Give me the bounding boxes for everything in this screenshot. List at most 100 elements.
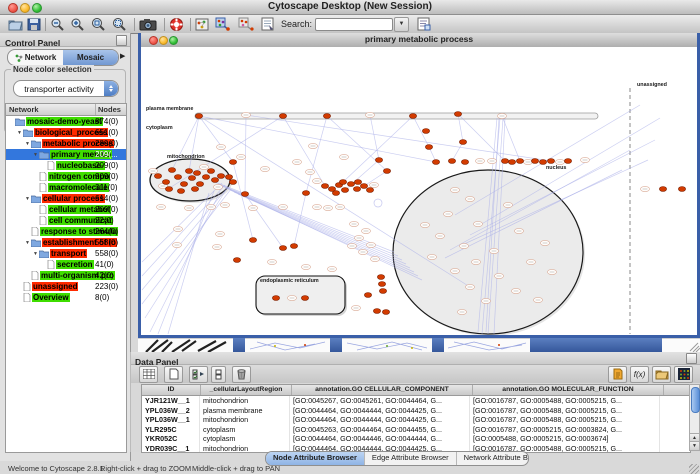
network-node[interactable]	[341, 188, 348, 193]
network-node[interactable]	[339, 180, 346, 185]
vizmapper-icon[interactable]	[261, 16, 275, 32]
background-frame-titlebar[interactable]	[530, 338, 662, 352]
delete-attribute-icon[interactable]	[232, 366, 251, 383]
network-node[interactable]	[425, 145, 432, 150]
tree-row[interactable]: ▼primary metabo209(...	[6, 149, 126, 160]
network-node[interactable]	[353, 187, 360, 192]
tree-row[interactable]: Overview8(0)	[6, 292, 126, 303]
network-node[interactable]	[332, 191, 339, 196]
tree-row[interactable]: cellular metabol209(0)	[6, 204, 126, 215]
table-row[interactable]: YJR121W__1mitochondrion[GO:0045267, GO:0…	[142, 396, 690, 406]
network-node[interactable]	[422, 129, 429, 134]
snapshot-icon[interactable]	[139, 16, 157, 32]
network-node[interactable]	[225, 175, 232, 180]
import-attributes-icon[interactable]	[608, 366, 627, 383]
network-node[interactable]	[207, 169, 214, 174]
network-node[interactable]	[323, 114, 330, 119]
network-node[interactable]	[382, 310, 389, 315]
tree-row[interactable]: macromolecule311(0)	[6, 182, 126, 193]
table-vertical-scrollbar[interactable]: ▲ ▼	[689, 384, 700, 451]
network-node[interactable]	[501, 159, 508, 164]
background-frame[interactable]	[444, 338, 530, 352]
create-view-icon[interactable]	[215, 16, 232, 32]
network-node[interactable]	[302, 191, 309, 196]
tree-row[interactable]: ▼biological_process651(0)	[6, 127, 126, 138]
zoom-out-icon[interactable]	[50, 16, 65, 32]
network-node[interactable]	[409, 114, 416, 119]
table-row[interactable]: YPL036W__2plasma membrane[GO:0044464, GO…	[142, 406, 690, 416]
network-node[interactable]	[177, 189, 184, 194]
network-node[interactable]	[659, 187, 666, 192]
network-node[interactable]	[448, 159, 455, 164]
tree-row[interactable]: ▼transport558(0)	[6, 248, 126, 259]
node-color-dropdown[interactable]: transporter activity	[13, 80, 119, 97]
network-node[interactable]	[174, 175, 181, 180]
open-attributes-icon[interactable]	[652, 366, 671, 383]
save-icon[interactable]	[27, 16, 41, 32]
tree-row[interactable]: multi-organism pro42(0)	[6, 270, 126, 281]
network-node[interactable]	[290, 244, 297, 249]
network-node[interactable]	[379, 289, 386, 294]
unselect-attributes-icon[interactable]	[211, 366, 226, 383]
network-node[interactable]	[217, 174, 224, 179]
tree-expand-icon[interactable]: ▼	[32, 152, 39, 158]
matrix-icon[interactable]	[674, 366, 693, 383]
network-node[interactable]	[564, 159, 571, 164]
help-icon[interactable]	[169, 16, 184, 32]
scroll-down-icon[interactable]: ▼	[690, 441, 699, 450]
network-node[interactable]	[377, 275, 384, 280]
tree-expand-icon[interactable]: ▼	[24, 141, 31, 147]
network-node[interactable]	[539, 160, 546, 165]
tree-expand-icon[interactable]: ▼	[32, 251, 39, 257]
birdseye-icon[interactable]	[195, 16, 209, 32]
background-frame[interactable]	[662, 338, 700, 352]
network-node[interactable]	[233, 258, 240, 263]
network-node[interactable]	[432, 160, 439, 165]
network-node[interactable]	[321, 184, 328, 189]
table-column-header[interactable]: _cellularLayoutRegion	[201, 385, 292, 395]
new-attribute-icon[interactable]	[164, 366, 183, 383]
zoom-fit-icon[interactable]	[90, 16, 106, 32]
background-frame[interactable]	[138, 338, 233, 352]
tree-expand-icon[interactable]: ▼	[24, 240, 31, 246]
network-node[interactable]	[378, 282, 385, 287]
network-node[interactable]	[195, 114, 202, 119]
table-row[interactable]: YLR295Ccytoplasm[GO:0045263, GO:0044464,…	[142, 425, 690, 435]
tree-row[interactable]: unassigned223(0)	[6, 281, 126, 292]
network-node[interactable]	[162, 180, 169, 185]
tree-expand-icon[interactable]: ▼	[16, 130, 23, 136]
attribute-table-header[interactable]: ID_cellularLayoutRegionannotation.GO CEL…	[142, 385, 690, 396]
select-attributes-icon[interactable]	[189, 366, 208, 383]
network-node[interactable]	[375, 158, 382, 163]
network-node[interactable]	[180, 182, 187, 187]
network-node[interactable]	[678, 187, 685, 192]
table-row[interactable]: YPL036W__1mitochondrion[GO:0044464, GO:0…	[142, 415, 690, 425]
tab-mosaic[interactable]: Mosaic	[63, 50, 118, 65]
network-node[interactable]	[229, 180, 236, 185]
table-column-header[interactable]: annotation.GO MOLECULAR_FUNCTION	[473, 385, 664, 395]
network-node[interactable]	[196, 182, 203, 187]
network-node[interactable]	[272, 296, 279, 301]
network-canvas[interactable]: plasma membranecytoplasmmitochondrionnuc…	[141, 47, 697, 335]
network-node[interactable]	[516, 159, 523, 164]
tree-row[interactable]: nucleobase-209(0)	[6, 160, 126, 171]
network-node[interactable]	[211, 178, 218, 183]
tree-row[interactable]: nitrogen compo209(0)	[6, 171, 126, 182]
network-node[interactable]	[193, 171, 200, 176]
open-icon[interactable]	[8, 16, 23, 32]
tree-row[interactable]: cell communicat22(0)	[6, 215, 126, 226]
network-node[interactable]	[241, 192, 248, 197]
network-node[interactable]	[547, 159, 554, 164]
network-node[interactable]	[185, 169, 192, 174]
tree-row[interactable]: response to stimulu264(0)	[6, 226, 126, 237]
resize-grip[interactable]	[689, 464, 699, 474]
network-node[interactable]	[168, 168, 175, 173]
network-node[interactable]	[191, 187, 198, 192]
search-input[interactable]	[315, 18, 393, 31]
zoom-in-icon[interactable]	[70, 16, 85, 32]
network-node[interactable]	[229, 160, 236, 165]
tree-row[interactable]: secretion41(0)	[6, 259, 126, 270]
attribute-select-icon[interactable]	[139, 366, 158, 383]
tree-col-nodes[interactable]: Nodes	[96, 104, 126, 115]
table-column-header[interactable]: annotation.GO CELLULAR_COMPONENT	[292, 385, 473, 395]
